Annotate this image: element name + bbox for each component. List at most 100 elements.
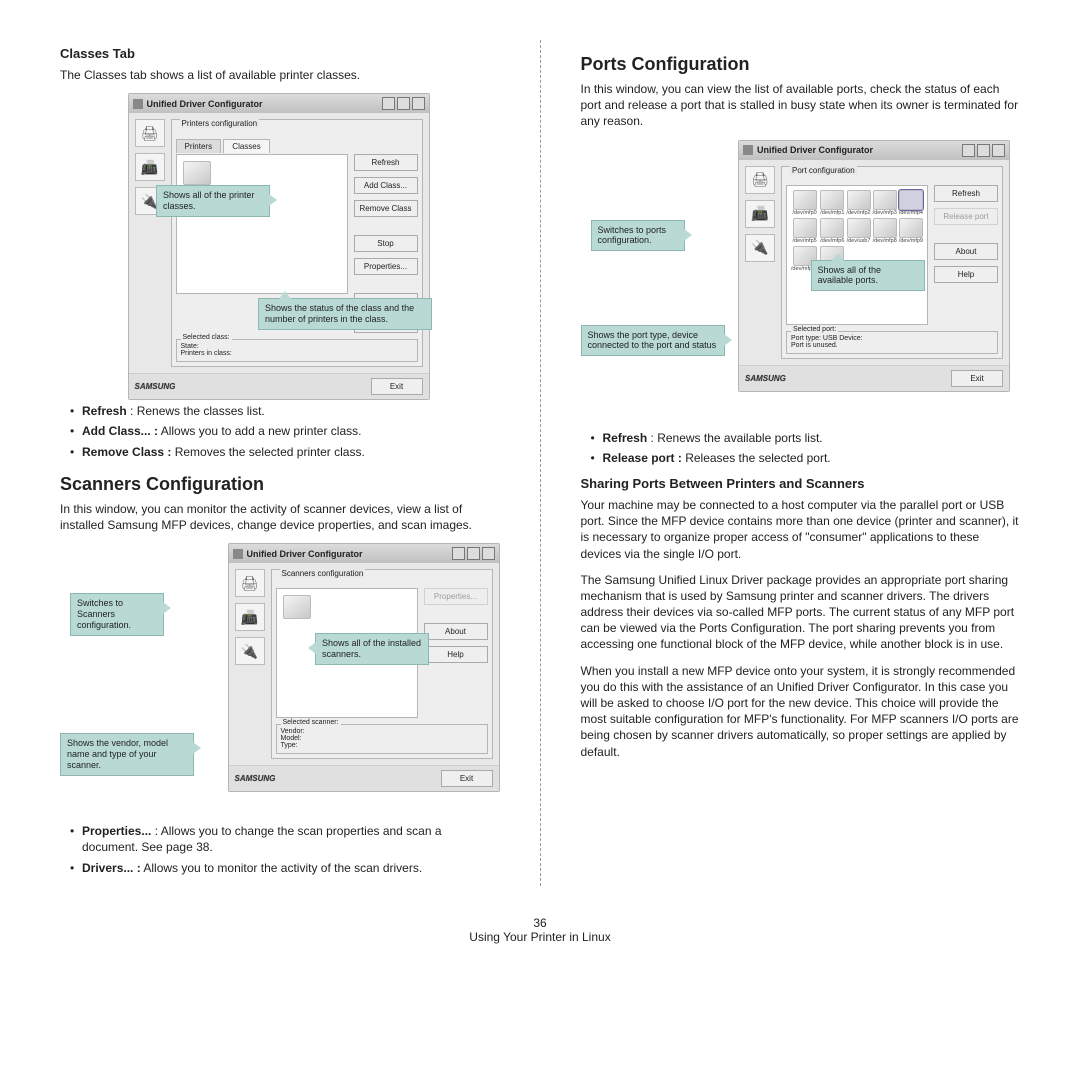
classes-figure: Unified Driver Configurator 🖨 📠 🔌 Print [60, 93, 500, 393]
groupbox-label: Port configuration [790, 166, 857, 175]
logo: SAMSUNG [745, 374, 951, 383]
groupbox-label: Printers configuration [180, 119, 260, 128]
ports-heading: Ports Configuration [581, 54, 1021, 75]
port-label: /dev/mfp2 [846, 210, 870, 216]
refresh-button[interactable]: Refresh [354, 154, 418, 171]
close-button[interactable] [412, 97, 425, 110]
properties-button[interactable]: Properties... [424, 588, 488, 605]
sidebar: 🖨 📠 🔌 [745, 166, 775, 359]
port-icon[interactable] [873, 190, 897, 210]
classes-heading: Classes Tab [60, 46, 500, 61]
port-icon[interactable] [873, 218, 897, 238]
titlebar: Unified Driver Configurator [229, 544, 499, 563]
page-footer: 36 Using Your Printer in Linux [60, 916, 1020, 944]
add-class-button[interactable]: Add Class... [354, 177, 418, 194]
printers-groupbox: Printers configuration Printers Classes [171, 119, 423, 367]
sharing-p2: The Samsung Unified Linux Driver package… [581, 572, 1021, 653]
about-button[interactable]: About [424, 623, 488, 640]
bold: Refresh [82, 404, 127, 418]
callout-selected-port: Shows the port type, device connected to… [581, 325, 725, 357]
port-label: /dev/mfp8 [873, 238, 897, 244]
port-icon[interactable] [847, 190, 871, 210]
printers-icon[interactable]: 🖨 [235, 569, 265, 597]
vendor-label: Vendor: [281, 728, 483, 735]
callout-scanners-list: Shows all of the installed scanners. [315, 633, 429, 665]
port-label: /dev/mfp1 [820, 210, 844, 216]
min-button[interactable] [452, 547, 465, 560]
classes-dialog: Unified Driver Configurator 🖨 📠 🔌 Print [128, 93, 430, 400]
text: Releases the selected port. [682, 451, 831, 465]
tab-printers[interactable]: Printers [176, 139, 222, 153]
bold: Refresh [603, 431, 648, 445]
scanners-bullets: Properties... : Allows you to change the… [60, 823, 500, 876]
page-number: 36 [60, 916, 1020, 930]
scanners-icon[interactable]: 📠 [135, 153, 165, 181]
scanners-icon[interactable]: 📠 [235, 603, 265, 631]
ports-list[interactable]: /dev/mfp0/dev/mfp1/dev/mfp2/dev/mfp3/dev… [786, 185, 928, 325]
sidebar: 🖨 📠 🔌 [235, 569, 265, 759]
port-icon[interactable] [793, 190, 817, 210]
properties-button[interactable]: Properties... [354, 258, 418, 275]
state-label: State: [181, 343, 413, 350]
callout-classes-list: Shows all of the printer classes. [156, 185, 270, 217]
callout-switch-ports: Switches to ports configuration. [591, 220, 685, 252]
port-icon[interactable] [847, 218, 871, 238]
port-icon[interactable] [820, 218, 844, 238]
logo: SAMSUNG [135, 382, 371, 391]
callout-switch-scanners: Switches to Scanners configuration. [70, 593, 164, 635]
min-button[interactable] [382, 97, 395, 110]
page-footer-text: Using Your Printer in Linux [60, 930, 1020, 944]
scanners-figure: Unified Driver Configurator 🖨 📠 🔌 Scann [60, 543, 500, 813]
count-label: Printers in class: [181, 350, 413, 357]
classes-list[interactable] [176, 154, 348, 294]
tab-classes[interactable]: Classes [223, 139, 269, 153]
help-button[interactable]: Help [424, 646, 488, 663]
max-button[interactable] [397, 97, 410, 110]
port-icon[interactable] [820, 190, 844, 210]
port-label: /dev/mfp5 [791, 238, 818, 244]
port-icon[interactable] [793, 218, 817, 238]
release-port-button[interactable]: Release port [934, 208, 998, 225]
remove-class-button[interactable]: Remove Class [354, 200, 418, 217]
printers-icon[interactable]: 🖨 [745, 166, 775, 194]
port-label: /dev/mfp4 [899, 210, 923, 216]
scanners-icon[interactable]: 📠 [745, 200, 775, 228]
port-label: /dev/mfp3 [873, 210, 897, 216]
printers-icon[interactable]: 🖨 [135, 119, 165, 147]
dialog-title: Unified Driver Configurator [147, 99, 263, 109]
exit-button[interactable]: Exit [951, 370, 1003, 387]
max-button[interactable] [467, 547, 480, 560]
bold: Remove Class : [82, 445, 171, 459]
help-button[interactable]: Help [934, 266, 998, 283]
scanner-device-icon [283, 595, 311, 619]
bold: Add Class... : [82, 424, 158, 438]
app-icon [233, 549, 243, 559]
text: : Renews the available ports list. [647, 431, 822, 445]
port-label: /dev/mfp6 [820, 238, 844, 244]
left-column: Classes Tab The Classes tab shows a list… [60, 40, 500, 886]
close-button[interactable] [992, 144, 1005, 157]
right-column: Ports Configuration In this window, you … [581, 40, 1021, 886]
port-icon[interactable] [899, 190, 923, 210]
about-button[interactable]: About [934, 243, 998, 260]
max-button[interactable] [977, 144, 990, 157]
selected-scanner-label: Selected scanner: [281, 719, 341, 726]
refresh-button[interactable]: Refresh [934, 185, 998, 202]
exit-button[interactable]: Exit [371, 378, 423, 395]
close-button[interactable] [482, 547, 495, 560]
ports-icon[interactable]: 🔌 [745, 234, 775, 262]
stop-button[interactable]: Stop [354, 235, 418, 252]
min-button[interactable] [962, 144, 975, 157]
model-label: Model: [281, 735, 483, 742]
port-icon[interactable] [899, 218, 923, 238]
titlebar: Unified Driver Configurator [129, 94, 429, 113]
groupbox-label: Scanners configuration [280, 569, 366, 578]
port-status-label: Port is unused. [791, 342, 993, 349]
bold: Properties... [82, 824, 151, 838]
selected-scanner-group: Selected scanner: Vendor: Model: Type: [276, 724, 488, 754]
app-icon [133, 99, 143, 109]
app-icon [743, 145, 753, 155]
selected-class-group: Selected class: State: Printers in class… [176, 339, 418, 362]
ports-icon[interactable]: 🔌 [235, 637, 265, 665]
exit-button[interactable]: Exit [441, 770, 493, 787]
